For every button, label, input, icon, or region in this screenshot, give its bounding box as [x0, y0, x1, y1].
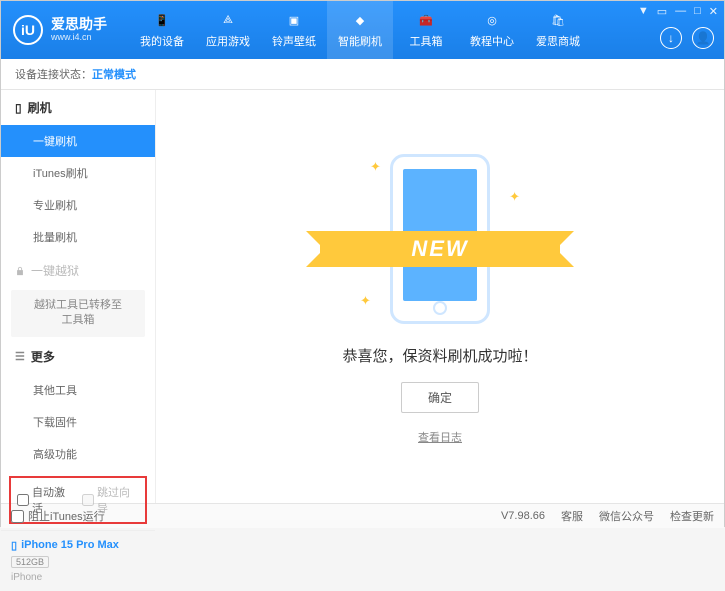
nav-tabs: 📱我的设备 ⟁应用游戏 ▣铃声壁纸 ◆智能刷机 🧰工具箱 ◎教程中心 🛍爱思商城 — [129, 1, 591, 59]
phone-icon: 📱 — [153, 12, 171, 30]
sidebar-item-download-firmware[interactable]: 下载固件 — [1, 406, 155, 438]
sidebar-item-jailbreak-moved[interactable]: 越狱工具已转移至 工具箱 — [11, 290, 145, 337]
version-label: V7.98.66 — [501, 510, 545, 522]
app-header: iU 爱思助手 www.i4.cn 📱我的设备 ⟁应用游戏 ▣铃声壁纸 ◆智能刷… — [1, 1, 724, 59]
status-label: 设备连接状态： — [15, 69, 92, 81]
list-icon: ☰ — [15, 350, 25, 363]
status-value: 正常模式 — [92, 69, 136, 81]
main-content: ✦ ✦ ✦ NEW 恭喜您，保资料刷机成功啦！ 确定 查看日志 — [156, 90, 724, 503]
picture-icon: ▣ — [285, 12, 303, 30]
sparkle-icon: ✦ — [370, 159, 381, 175]
device-type: iPhone — [11, 572, 145, 583]
sidebar-item-itunes-flash[interactable]: iTunes刷机 — [1, 157, 155, 189]
sidebar-item-batch-flash[interactable]: 批量刷机 — [1, 221, 155, 253]
tab-flash[interactable]: ◆智能刷机 — [327, 1, 393, 59]
phone-icon: ▯ — [11, 539, 17, 552]
sidebar-item-oneclick-flash[interactable]: 一键刷机 — [1, 125, 155, 157]
minimize-icon[interactable]: — — [675, 5, 686, 18]
status-bar: 设备连接状态：正常模式 — [1, 59, 724, 90]
tab-toolbox[interactable]: 🧰工具箱 — [393, 1, 459, 59]
toolbox-icon: 🧰 — [417, 12, 435, 30]
apps-icon: ⟁ — [219, 12, 237, 30]
logo-icon: iU — [13, 15, 43, 45]
window-controls: ▼ ▭ — □ ✕ — [638, 5, 718, 18]
user-icon[interactable]: 👤 — [692, 27, 714, 49]
tab-apps[interactable]: ⟁应用游戏 — [195, 1, 261, 59]
header-action-icons: ↓ 👤 — [660, 27, 714, 49]
app-title: 爱思助手 — [51, 17, 107, 32]
sidebar-header-more[interactable]: ☰更多 — [1, 339, 155, 374]
app-url: www.i4.cn — [51, 33, 107, 43]
view-log-link[interactable]: 查看日志 — [418, 429, 462, 445]
sparkle-icon: ✦ — [360, 293, 371, 309]
compact-icon[interactable]: ▭ — [657, 5, 667, 18]
menu-icon[interactable]: ▼ — [638, 5, 649, 18]
download-icon[interactable]: ↓ — [660, 27, 682, 49]
footer-wechat[interactable]: 微信公众号 — [599, 508, 654, 524]
sidebar: ▯刷机 一键刷机 iTunes刷机 专业刷机 批量刷机 一键越狱 越狱工具已转移… — [1, 90, 156, 503]
book-icon: ◎ — [483, 12, 501, 30]
device-name[interactable]: ▯iPhone 15 Pro Max — [11, 539, 145, 552]
footer-service[interactable]: 客服 — [561, 508, 583, 524]
new-ribbon: NEW — [320, 231, 560, 267]
device-info: ▯iPhone 15 Pro Max 512GB iPhone — [1, 530, 155, 591]
bag-icon: 🛍 — [549, 12, 567, 30]
device-storage: 512GB — [11, 556, 49, 568]
success-message: 恭喜您，保资料刷机成功啦！ — [342, 345, 537, 366]
checkbox-block-itunes[interactable]: 阻止iTunes运行 — [11, 508, 105, 524]
sidebar-header-jailbreak: 一键越狱 — [1, 253, 155, 288]
tab-my-device[interactable]: 📱我的设备 — [129, 1, 195, 59]
sidebar-item-pro-flash[interactable]: 专业刷机 — [1, 189, 155, 221]
tab-store[interactable]: 🛍爱思商城 — [525, 1, 591, 59]
success-illustration: ✦ ✦ ✦ NEW — [340, 149, 540, 329]
flash-icon: ◆ — [351, 12, 369, 30]
sidebar-item-other-tools[interactable]: 其他工具 — [1, 374, 155, 406]
lock-icon — [15, 266, 25, 276]
sidebar-header-flash[interactable]: ▯刷机 — [1, 90, 155, 125]
close-icon[interactable]: ✕ — [709, 5, 718, 18]
tab-ringtones[interactable]: ▣铃声壁纸 — [261, 1, 327, 59]
maximize-icon[interactable]: □ — [694, 5, 701, 18]
ok-button[interactable]: 确定 — [401, 382, 479, 413]
tab-tutorials[interactable]: ◎教程中心 — [459, 1, 525, 59]
logo: iU 爱思助手 www.i4.cn — [13, 15, 107, 45]
phone-icon: ▯ — [15, 101, 22, 115]
sparkle-icon: ✦ — [509, 189, 520, 205]
sidebar-item-advanced[interactable]: 高级功能 — [1, 438, 155, 470]
footer-update[interactable]: 检查更新 — [670, 508, 714, 524]
